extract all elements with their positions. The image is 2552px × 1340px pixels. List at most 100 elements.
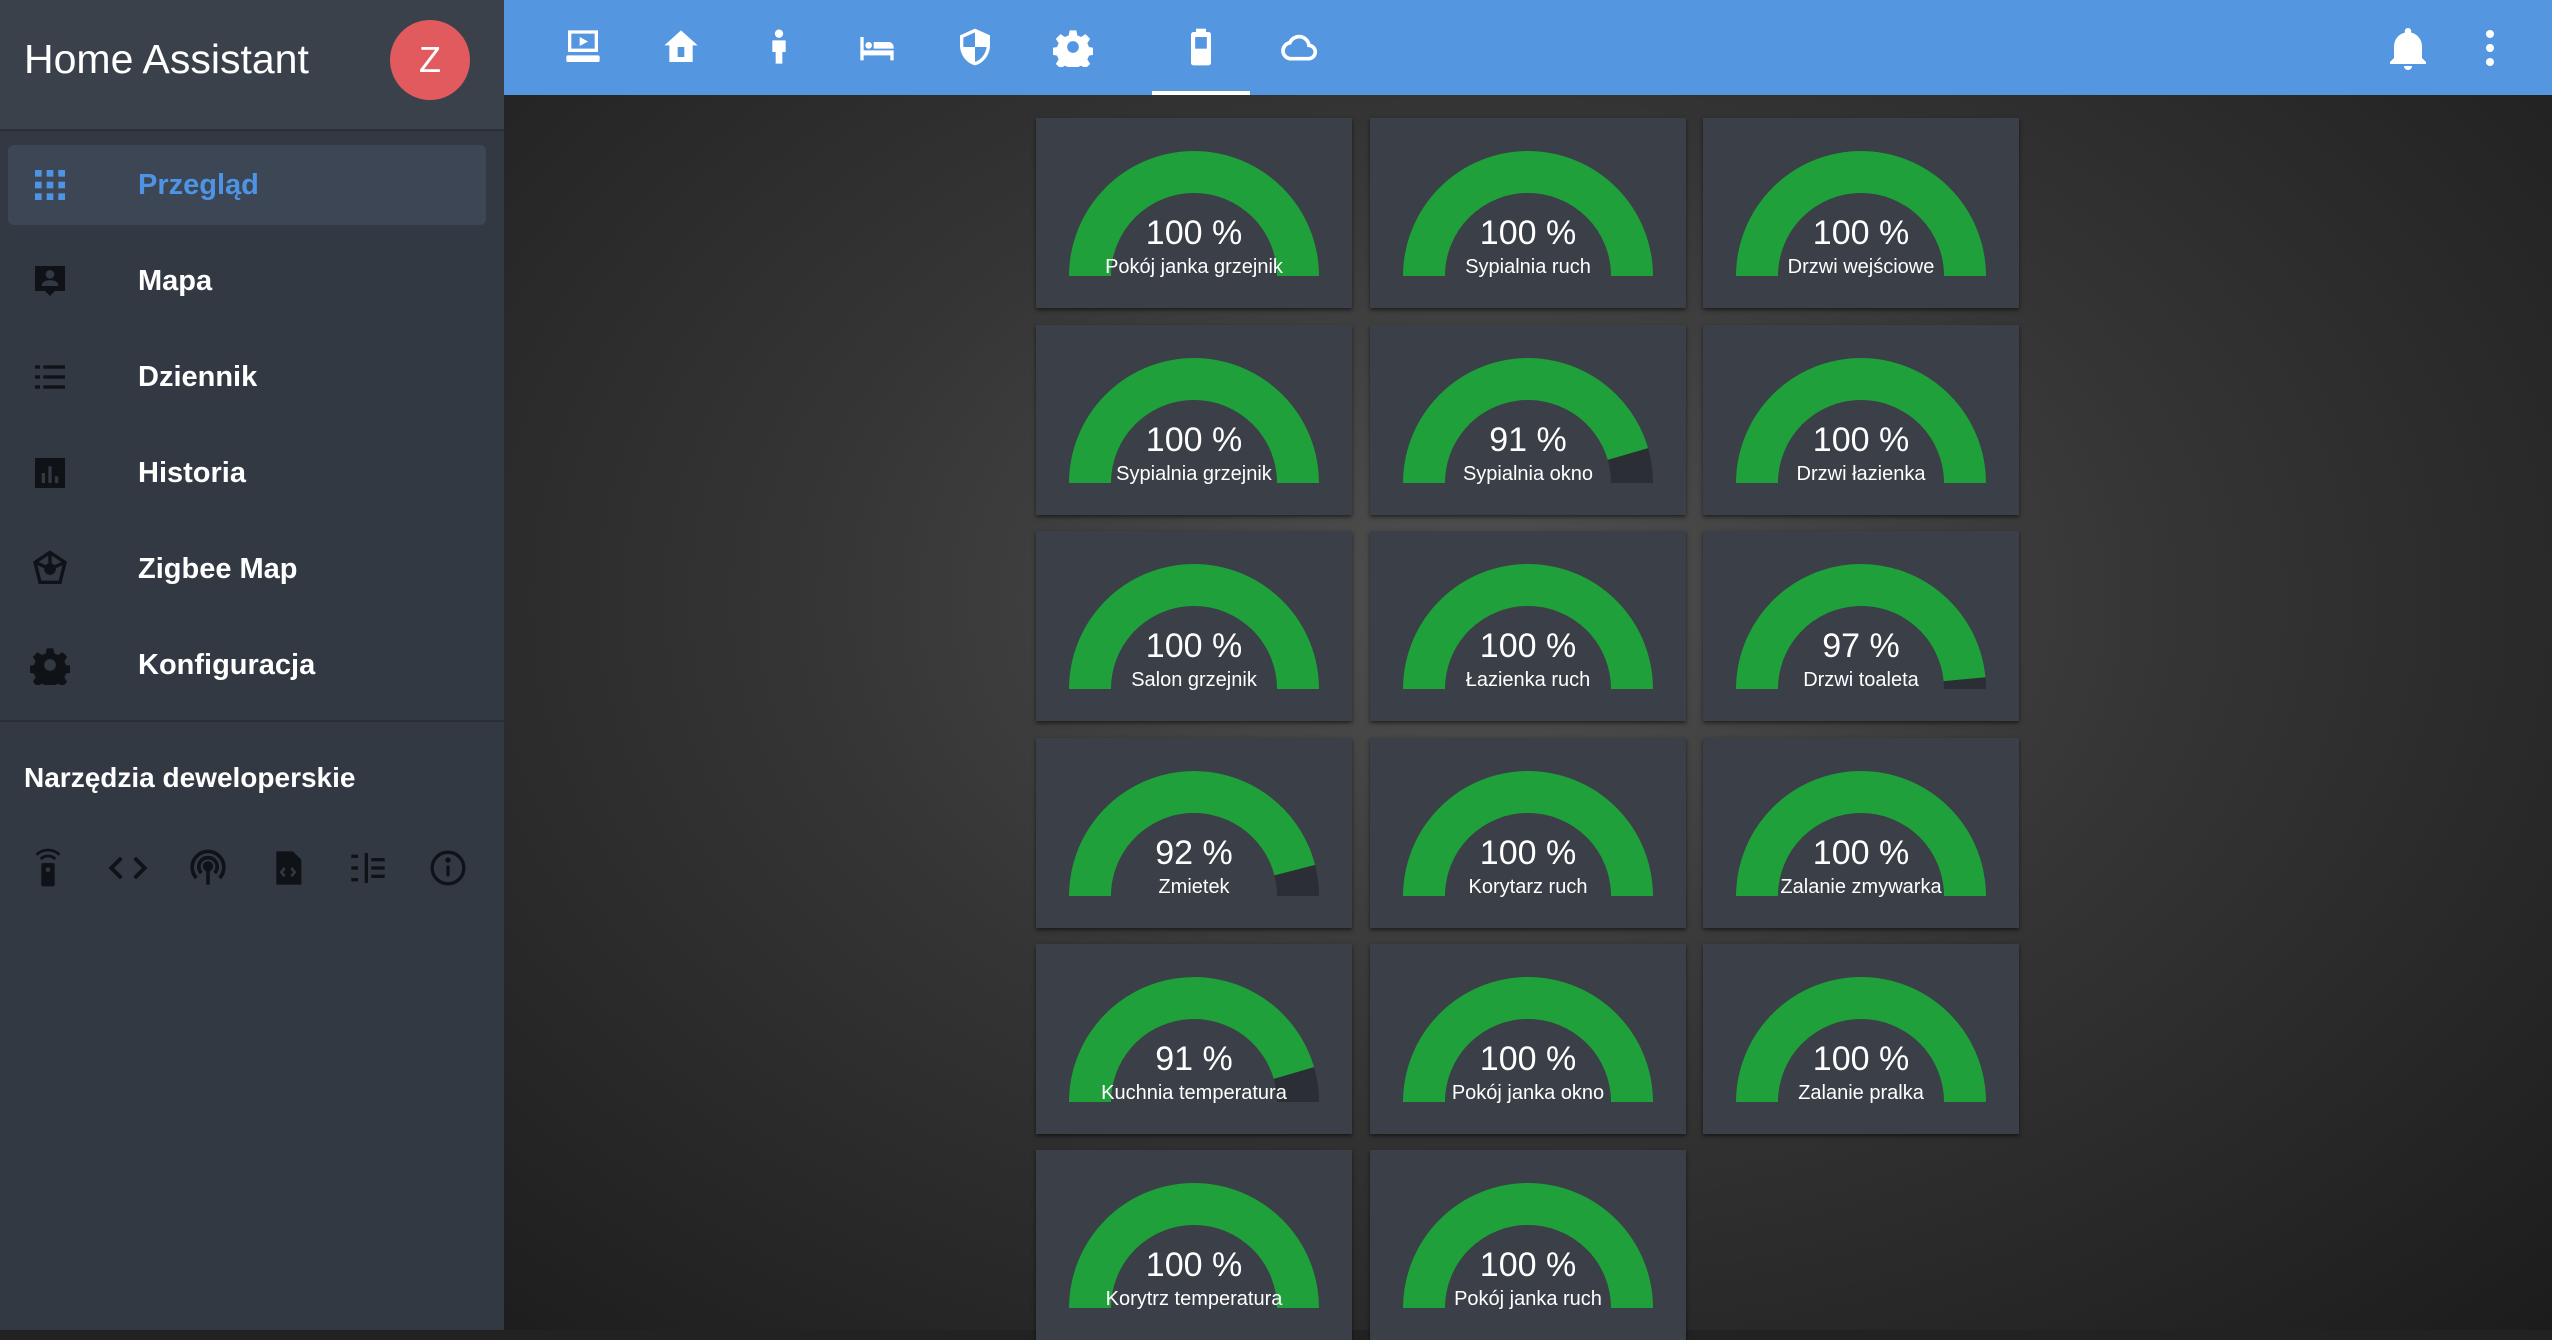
gauge-value: 100 %: [1812, 214, 1910, 252]
gauge-value: 100 %: [1145, 421, 1243, 459]
sidebar-item-label: Historia: [138, 456, 246, 489]
battery-icon: [1191, 28, 1211, 66]
sidebar-item-zigbee-map[interactable]: Zigbee Map: [8, 529, 486, 609]
sidebar-item-label: Przegląd: [138, 168, 259, 201]
cloud-icon: [1281, 34, 1318, 61]
tab-home[interactable]: [632, 0, 730, 95]
sidebar-item-label: Zigbee Map: [138, 552, 298, 585]
battery-gauge-card[interactable]: 91 % Kuchnia temperatura: [1036, 944, 1352, 1134]
gauge-name: Zmietek: [1158, 876, 1230, 898]
sidebar-item-label: Mapa: [138, 264, 213, 297]
gauge-value: 100 %: [1479, 214, 1577, 252]
avatar[interactable]: Z: [390, 20, 470, 100]
gear-icon: [30, 648, 70, 685]
gauge-value: 100 %: [1812, 421, 1910, 459]
gauge-name: Pokój janka ruch: [1454, 1288, 1602, 1310]
gauge-value: 97 %: [1822, 627, 1900, 665]
tab-person[interactable]: [730, 0, 828, 95]
battery-gauge-card[interactable]: 100 % Drzwi wejściowe: [1703, 118, 2019, 308]
sidebar-divider: [0, 720, 504, 722]
gauge-value: 92 %: [1155, 834, 1233, 872]
battery-gauge-card[interactable]: 100 % Zalanie pralka: [1703, 944, 2019, 1134]
info-icon[interactable]: [428, 848, 468, 888]
battery-gauge-card[interactable]: 100 % Drzwi łazienka: [1703, 325, 2019, 515]
gauge-name: Salon grzejnik: [1131, 669, 1257, 691]
media-icon: [566, 30, 600, 62]
top-toolbar: [504, 0, 2552, 95]
battery-gauge-card[interactable]: 100 % Salon grzejnik: [1036, 531, 1352, 721]
radio-tower-icon[interactable]: [188, 848, 228, 888]
gauge-value: 100 %: [1479, 1040, 1577, 1078]
gauge-name: Kuchnia temperatura: [1101, 1082, 1287, 1104]
sidebar: Home Assistant Z Przegląd Mapa Dziennik …: [0, 0, 504, 1330]
battery-gauge-card[interactable]: 100 % Zalanie zmywarka: [1703, 738, 2019, 928]
home-icon: [664, 30, 698, 62]
battery-gauge-card[interactable]: 100 % Korytrz temperatura: [1036, 1150, 1352, 1340]
battery-gauge-card[interactable]: 100 % Sypialnia grzejnik: [1036, 325, 1352, 515]
sidebar-item-przeglad[interactable]: Przegląd: [8, 145, 486, 225]
gauge-value: 91 %: [1155, 1040, 1233, 1078]
gauge-value: 100 %: [1145, 627, 1243, 665]
gauge-name: Sypialnia grzejnik: [1116, 463, 1272, 485]
battery-gauge-card[interactable]: 100 % Pokój janka ruch: [1370, 1150, 1686, 1340]
sidebar-item-label: Dziennik: [138, 360, 258, 393]
gear-icon: [1053, 30, 1093, 67]
gauge-name: Korytrz temperatura: [1105, 1288, 1283, 1310]
battery-gauge-card[interactable]: 100 % Pokój janka okno: [1370, 944, 1686, 1134]
gauge-name: Sypialnia okno: [1462, 463, 1594, 485]
tab-security[interactable]: [926, 0, 1024, 95]
tab-cloud[interactable]: [1250, 0, 1348, 95]
gauge-name: Zalanie pralka: [1798, 1082, 1924, 1104]
person-icon: [772, 29, 786, 64]
app-title: Home Assistant: [24, 36, 309, 82]
tab-settings[interactable]: [1024, 0, 1122, 95]
bed-icon: [860, 37, 894, 61]
shield-icon: [960, 28, 990, 66]
remote-icon[interactable]: [28, 848, 68, 888]
tab-bedroom[interactable]: [828, 0, 926, 95]
gauge-name: Pokój janka okno: [1451, 1082, 1605, 1104]
chart-bar-icon: [35, 458, 65, 488]
tab-media[interactable]: [534, 0, 632, 95]
battery-gauge-card[interactable]: 100 % Pokój janka grzejnik: [1036, 118, 1352, 308]
gauge-name: Pokój janka grzejnik: [1105, 256, 1283, 278]
sidebar-item-konfiguracja[interactable]: Konfiguracja: [8, 625, 486, 705]
battery-gauge-card[interactable]: 100 % Korytarz ruch: [1370, 738, 1686, 928]
gauge-name: Korytarz ruch: [1468, 876, 1588, 898]
sidebar-header: Home Assistant Z: [0, 0, 504, 131]
battery-gauge-card[interactable]: 100 % Łazienka ruch: [1370, 531, 1686, 721]
battery-gauge-card[interactable]: 97 % Drzwi toaleta: [1703, 531, 2019, 721]
battery-gauge-card[interactable]: 92 % Zmietek: [1036, 738, 1352, 928]
gauge-name: Drzwi wejściowe: [1787, 256, 1935, 278]
sidebar-item-label: Konfiguracja: [138, 648, 316, 681]
gauge-value: 91 %: [1489, 421, 1567, 459]
bell-icon[interactable]: [2384, 24, 2432, 72]
gauge-value: 100 %: [1479, 1246, 1577, 1284]
sidebar-item-historia[interactable]: Historia: [8, 433, 486, 513]
battery-gauge-card[interactable]: 100 % Sypialnia ruch: [1370, 118, 1686, 308]
gauge-name: Sypialnia ruch: [1465, 256, 1591, 278]
sidebar-item-mapa[interactable]: Mapa: [8, 241, 486, 321]
main-content: 100 % Pokój janka grzejnik 100 % Sypialnia …: [504, 0, 2552, 1340]
more-vertical-icon[interactable]: [2466, 24, 2514, 72]
gauge-value: 100 %: [1479, 627, 1577, 665]
timeline-icon[interactable]: [348, 848, 388, 888]
dev-tools-title: Narzędzia deweloperskie: [24, 762, 356, 793]
graph-outline-icon: [33, 550, 67, 584]
gauge-value: 100 %: [1812, 1040, 1910, 1078]
code-icon[interactable]: [108, 848, 148, 888]
list-icon: [35, 365, 65, 389]
tab-battery[interactable]: [1152, 0, 1250, 95]
gauge-name: Zalanie zmywarka: [1780, 876, 1942, 898]
map-account-icon: [35, 266, 65, 296]
gauge-value: 100 %: [1812, 834, 1910, 872]
gauge-name: Drzwi łazienka: [1796, 463, 1926, 485]
file-code-icon[interactable]: [268, 848, 308, 888]
gauge-name: Drzwi toaleta: [1803, 669, 1919, 691]
gauge-name: Łazienka ruch: [1465, 669, 1591, 691]
gauge-value: 100 %: [1145, 214, 1243, 252]
grid-icon: [35, 170, 65, 200]
battery-gauge-card[interactable]: 91 % Sypialnia okno: [1370, 325, 1686, 515]
sidebar-item-dziennik[interactable]: Dziennik: [8, 337, 486, 417]
gauge-value: 100 %: [1479, 834, 1577, 872]
